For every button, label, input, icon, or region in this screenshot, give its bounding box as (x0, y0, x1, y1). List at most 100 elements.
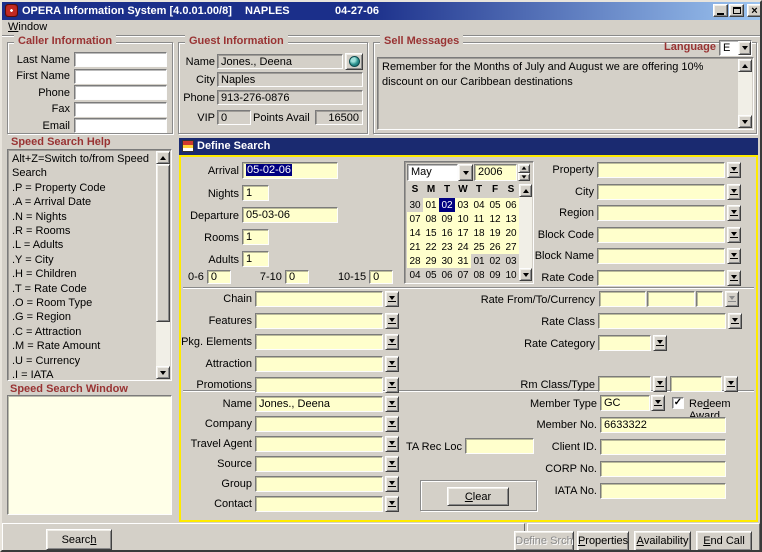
profile-group-field[interactable] (255, 476, 383, 492)
language-combo[interactable]: E (719, 40, 752, 56)
rm-class-field[interactable] (598, 376, 651, 392)
speed-search-item[interactable]: .U = Currency (9, 354, 156, 368)
member-type-field[interactable]: GC (600, 395, 650, 411)
minimize-button[interactable] (713, 4, 728, 17)
speed-search-item[interactable]: Alt+Z=Switch to/from Speed Search (9, 152, 156, 181)
speed-search-item[interactable]: .A = Arrival Date (9, 195, 156, 209)
scroll-track[interactable] (738, 72, 752, 115)
age-10-15-field[interactable]: 0 (369, 270, 393, 284)
speed-search-item[interactable]: .T = Rate Code (9, 282, 156, 296)
guest-name-field[interactable]: Jones., Deena (217, 54, 343, 69)
location-city-lov-button[interactable] (727, 184, 741, 200)
calendar-day[interactable]: 29 (423, 254, 439, 268)
profile-source-lov-button[interactable] (385, 456, 399, 472)
member-member-no-field[interactable]: 6633322 (600, 417, 726, 433)
attribute-chain-field[interactable] (255, 291, 383, 307)
speed-search-item[interactable]: .L = Adults (9, 238, 156, 252)
attribute-features-lov-button[interactable] (385, 313, 399, 329)
caller-email-input[interactable] (74, 118, 167, 133)
sell-message-scrollbar[interactable] (738, 59, 752, 128)
speed-search-item[interactable]: .O = Room Type (9, 296, 156, 310)
caller-fax-input[interactable] (74, 102, 167, 117)
speed-search-item[interactable]: .Y = City (9, 253, 156, 267)
profile-name-lov-button[interactable] (385, 396, 399, 412)
menu-window[interactable]: Window (2, 20, 53, 34)
location-block-code-field[interactable] (597, 227, 725, 243)
calendar-day[interactable]: 09 (439, 212, 455, 226)
location-city-field[interactable] (597, 184, 725, 200)
speed-search-item[interactable]: .P = Property Code (9, 181, 156, 195)
availability-button[interactable]: Availability (634, 531, 691, 551)
search-button[interactable]: Search (46, 529, 112, 550)
calendar-day[interactable]: 22 (423, 240, 439, 254)
profile-source-field[interactable] (255, 456, 383, 472)
attribute-attraction-lov-button[interactable] (385, 356, 399, 372)
speed-search-item[interactable]: .G = Region (9, 310, 156, 324)
adults-field[interactable]: 1 (242, 251, 269, 267)
attribute-chain-lov-button[interactable] (385, 291, 399, 307)
profile-name-field[interactable]: Jones., Deena (255, 396, 383, 412)
scroll-down-button[interactable] (738, 115, 752, 128)
language-dropdown-button[interactable] (738, 41, 751, 55)
calendar-day[interactable]: 21 (407, 240, 423, 254)
calendar-day[interactable]: 23 (439, 240, 455, 254)
calendar-day[interactable]: 14 (407, 226, 423, 240)
rate-category-field[interactable] (598, 335, 651, 351)
attribute-pkg-elements-lov-button[interactable] (385, 334, 399, 350)
calendar-month-combo[interactable]: May (407, 164, 473, 181)
profile-globe-button[interactable] (345, 53, 363, 70)
maximize-button[interactable] (729, 4, 744, 17)
location-property-lov-button[interactable] (727, 162, 741, 178)
clear-button[interactable]: Clear (447, 487, 509, 506)
rm-type-field[interactable] (670, 376, 722, 392)
calendar-day[interactable]: 04 (407, 268, 423, 282)
member-corp-no-field[interactable] (600, 461, 726, 477)
speed-search-item[interactable]: .H = Children (9, 267, 156, 281)
scroll-up-button[interactable] (738, 59, 752, 72)
guest-city-field[interactable]: Naples (217, 72, 363, 87)
profile-company-field[interactable] (255, 416, 383, 432)
location-property-field[interactable] (597, 162, 725, 178)
attribute-pkg-elements-field[interactable] (255, 334, 383, 350)
guest-phone-field[interactable]: 913-276-0876 (217, 90, 363, 105)
properties-button[interactable]: Properties (577, 531, 629, 551)
profile-travel-agent-field[interactable] (255, 436, 383, 452)
calendar-day[interactable]: 08 (423, 212, 439, 226)
calendar-day[interactable]: 07 (455, 268, 471, 282)
caller-first-name-input[interactable] (74, 69, 167, 84)
attribute-attraction-field[interactable] (255, 356, 383, 372)
calendar-day[interactable]: 17 (455, 226, 471, 240)
rate-to-field[interactable] (647, 291, 695, 307)
caller-last-name-input[interactable] (74, 52, 167, 67)
calendar-day[interactable]: 07 (407, 212, 423, 226)
departure-field[interactable]: 05-03-06 (242, 207, 338, 223)
scroll-up-button[interactable] (156, 151, 170, 164)
speed-search-item[interactable]: .R = Rooms (9, 224, 156, 238)
speed-search-item[interactable]: .N = Nights (9, 210, 156, 224)
calendar-day[interactable]: 03 (455, 198, 471, 212)
rooms-field[interactable]: 1 (242, 229, 269, 245)
attribute-features-field[interactable] (255, 313, 383, 329)
member-client-id-field[interactable] (600, 439, 726, 455)
attribute-promotions-lov-button[interactable] (385, 377, 399, 393)
location-rate-code-lov-button[interactable] (727, 270, 741, 286)
age-0-6-field[interactable]: 0 (207, 270, 231, 284)
month-dropdown-button[interactable] (458, 164, 473, 181)
points-avail-field[interactable]: 16500 (315, 110, 363, 125)
age-7-10-field[interactable]: 0 (285, 270, 309, 284)
caller-phone-input[interactable] (74, 85, 167, 100)
calendar-day[interactable]: 16 (439, 226, 455, 240)
calendar-day[interactable]: 15 (423, 226, 439, 240)
profile-company-lov-button[interactable] (385, 416, 399, 432)
calendar-day-selected[interactable]: 02 (439, 198, 455, 212)
member-type-lov-button[interactable] (651, 395, 665, 411)
redeem-award-checkbox[interactable]: ✓ (672, 397, 684, 409)
close-button[interactable]: × (747, 4, 762, 17)
rate-category-lov-button[interactable] (653, 335, 667, 351)
location-block-name-field[interactable] (597, 248, 725, 264)
attribute-promotions-field[interactable] (255, 377, 383, 393)
rate-from-field[interactable] (599, 291, 646, 307)
profile-travel-agent-lov-button[interactable] (385, 436, 399, 452)
location-rate-code-field[interactable] (597, 270, 725, 286)
arrival-field[interactable]: 05-02-06 (242, 162, 338, 179)
